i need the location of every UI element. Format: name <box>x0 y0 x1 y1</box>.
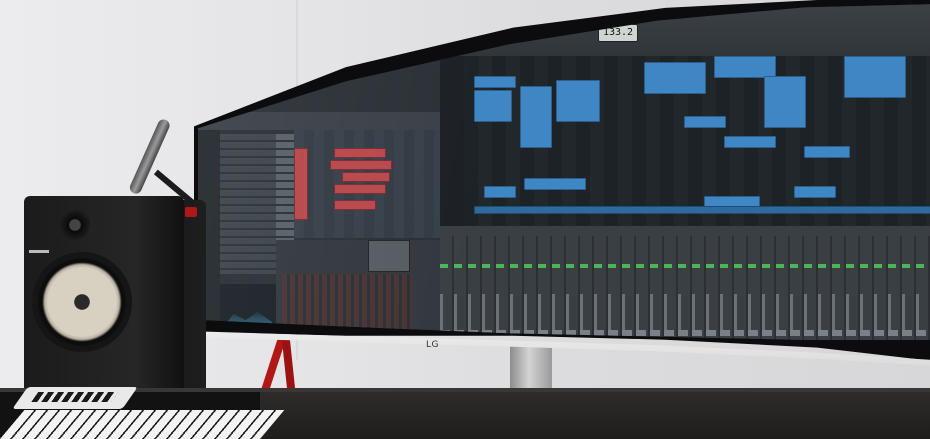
keyboard-keys <box>0 410 285 439</box>
audio-region <box>714 56 776 78</box>
speaker-logo <box>29 250 49 253</box>
audio-region <box>474 76 516 88</box>
pattern-clip <box>334 184 386 194</box>
audio-region <box>804 146 850 158</box>
audio-region <box>644 62 706 94</box>
pattern-clip <box>342 172 390 182</box>
pad-controller <box>12 387 138 409</box>
speaker-woofer <box>38 258 126 346</box>
level-meters <box>440 264 930 268</box>
monitor-logo: LG <box>426 340 439 350</box>
audio-region <box>764 76 806 128</box>
mic-mount-red <box>185 207 197 217</box>
studio-scene: LG 133.2 <box>0 0 930 439</box>
arrangement-area <box>464 56 930 226</box>
pattern-clip <box>294 148 308 220</box>
audio-region <box>474 90 512 122</box>
track-headers <box>440 56 464 226</box>
pattern-clip <box>334 148 386 158</box>
audio-region <box>684 116 726 128</box>
automation-lane <box>474 206 930 214</box>
mixer-header <box>440 226 930 236</box>
audio-region <box>556 80 600 122</box>
pattern-clip <box>334 200 376 210</box>
audio-region <box>724 136 776 148</box>
channel-rack <box>220 134 276 274</box>
plugin-window <box>368 240 410 272</box>
audio-region <box>524 178 586 190</box>
pattern-clip <box>330 160 392 170</box>
speaker-tweeter <box>60 210 90 240</box>
channel-faders <box>440 294 930 334</box>
audio-region <box>794 186 836 198</box>
audio-region <box>520 86 552 148</box>
playlist-area <box>294 130 440 238</box>
right-daw-window: 133.2 <box>440 4 930 340</box>
audio-region <box>484 186 516 198</box>
audio-region <box>844 56 906 98</box>
